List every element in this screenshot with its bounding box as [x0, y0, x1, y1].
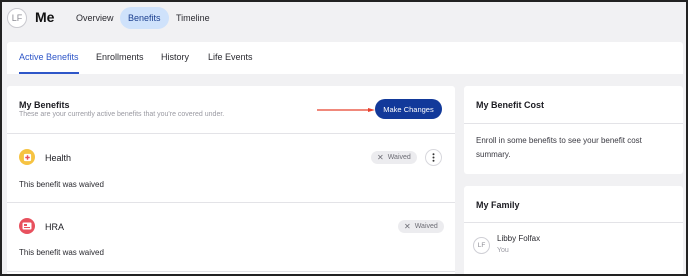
benefit-note-hra: This benefit was waived [19, 248, 104, 257]
tab-enrollments[interactable]: Enrollments [96, 42, 144, 74]
benefit-cost-text: Enroll in some benefits to see your bene… [476, 136, 642, 159]
divider [7, 133, 455, 134]
avatar: LF [473, 237, 490, 254]
make-changes-button[interactable]: Make Changes [375, 99, 442, 119]
page-title: Me [35, 9, 55, 25]
divider [464, 222, 683, 223]
status-badge-label: Waived [414, 223, 438, 230]
my-benefits-title: My Benefits [19, 100, 70, 110]
close-icon: ✕ [404, 221, 411, 231]
tab-life-events[interactable]: Life Events [208, 42, 253, 74]
my-benefits-card: My Benefits These are your currently act… [7, 86, 455, 274]
tab-active-benefits[interactable]: Active Benefits [19, 42, 79, 74]
status-badge-label: Waived [387, 154, 411, 161]
tab-history[interactable]: History [161, 42, 189, 74]
nav-benefits[interactable]: Benefits [120, 7, 169, 29]
family-member-name: Libby Folfax [497, 234, 541, 243]
status-badge: ✕ Waived [398, 220, 444, 233]
health-icon [19, 149, 35, 165]
family-member-relation: You [497, 247, 509, 254]
top-nav: LF Me Overview Benefits Timeline [2, 2, 686, 36]
benefit-cost-card: My Benefit Cost Enroll in some benefits … [464, 86, 683, 174]
divider [7, 271, 455, 272]
benefit-name-hra: HRA [45, 222, 65, 232]
my-benefits-subtitle: These are your currently active benefits… [19, 111, 225, 118]
benefit-note-health: This benefit was waived [19, 180, 104, 189]
benefit-name-health: Health [45, 153, 72, 163]
divider [7, 202, 455, 203]
nav-timeline[interactable]: Timeline [168, 7, 218, 29]
close-icon: ✕ [377, 152, 384, 162]
benefit-cost-title: My Benefit Cost [476, 100, 545, 110]
app-window: LF Me Overview Benefits Timeline Active … [0, 0, 688, 276]
divider [464, 123, 683, 124]
avatar[interactable]: LF [7, 8, 27, 28]
family-title: My Family [476, 200, 520, 210]
benefits-subtabs: Active Benefits Enrollments History Life… [7, 42, 683, 74]
status-badge: ✕ Waived [371, 151, 417, 164]
family-card: My Family LF Libby Folfax You [464, 186, 683, 274]
nav-overview[interactable]: Overview [68, 7, 122, 29]
more-options-button[interactable] [425, 149, 442, 166]
annotation-arrow [317, 108, 375, 112]
kebab-icon [432, 153, 435, 162]
hra-icon [19, 218, 35, 234]
